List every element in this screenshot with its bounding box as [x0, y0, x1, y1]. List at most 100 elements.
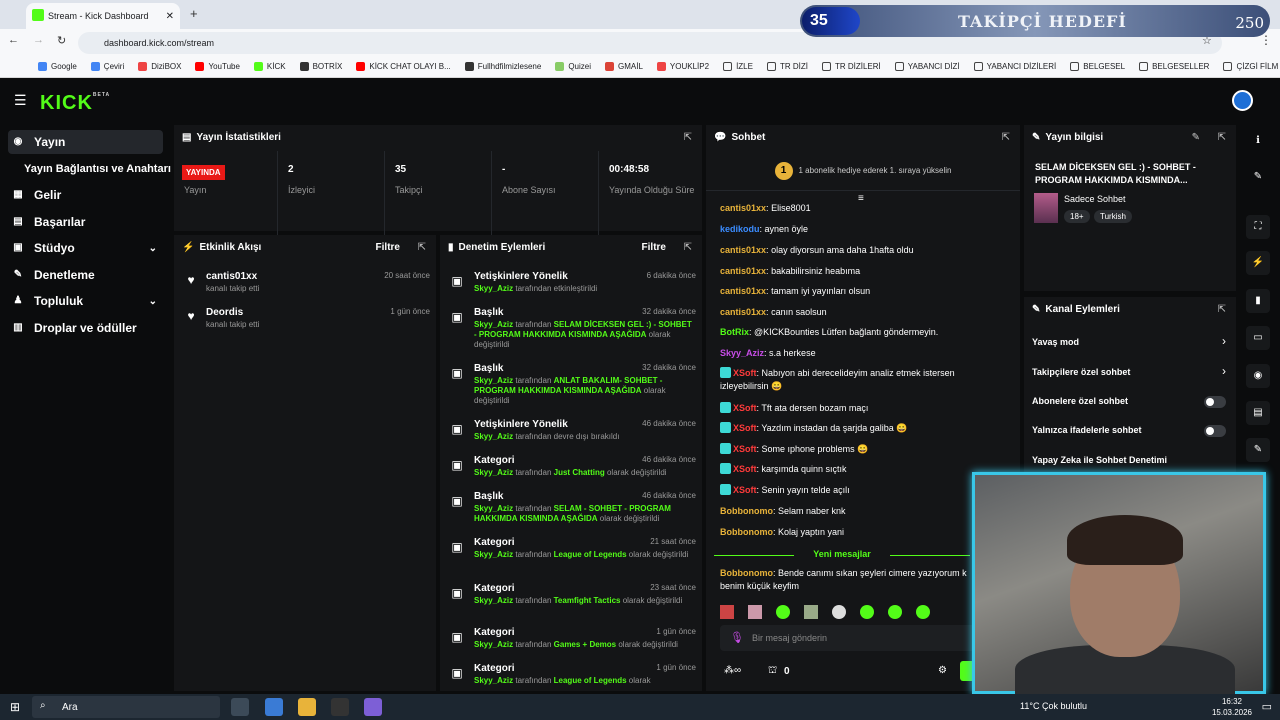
emote-icon[interactable] — [776, 605, 790, 619]
sidebar-item-stream-key[interactable]: Yayın Bağlantısı ve Anahtarı — [8, 157, 173, 181]
ai-moderation-item[interactable]: Yapay Zeka ile Sohbet Denetimi — [1032, 455, 1167, 465]
chat-icon[interactable]: ▭ — [1246, 326, 1270, 350]
sidebar-item-stream[interactable]: ◉ Yayın — [8, 130, 163, 154]
bookmark-item[interactable]: BOTRİX — [299, 62, 342, 71]
points-icon[interactable]: ⁂∞ — [724, 665, 741, 676]
menu-icon[interactable]: ⋮ — [1260, 33, 1272, 47]
action-user[interactable]: Skyy_Aziz — [474, 376, 513, 385]
chat-username[interactable]: Bobbonomo — [720, 506, 773, 516]
popout-icon[interactable]: ⇱ — [1218, 132, 1226, 143]
bookmark-folder[interactable]: ÇİZGİ FİLM — [1223, 62, 1278, 71]
microphone-icon[interactable]: 🎙 — [730, 631, 744, 644]
bookmark-item[interactable]: Quizei — [555, 62, 591, 71]
forward-icon[interactable]: → — [33, 34, 44, 46]
sidebar-item-community[interactable]: ♟ Topluluk ⌄ — [8, 289, 163, 313]
bolt-icon[interactable]: ⚡ — [1246, 251, 1270, 275]
windows-start-icon[interactable]: ⊞ — [10, 700, 20, 714]
emote-icon[interactable] — [860, 605, 874, 619]
avatar[interactable] — [1232, 90, 1253, 111]
reload-icon[interactable]: ↻ — [57, 34, 66, 47]
chat-username[interactable]: cantis01xx — [720, 245, 766, 255]
close-tab-icon[interactable]: ✕ — [166, 11, 174, 22]
action-user[interactable]: Skyy_Aziz — [474, 468, 513, 477]
popout-icon[interactable]: ⇱ — [684, 132, 692, 143]
emote-icon[interactable] — [748, 605, 762, 619]
bookmark-folder[interactable]: TR DİZİLERİ — [821, 62, 881, 71]
chat-username[interactable]: XSoft — [733, 423, 757, 433]
bookmark-item[interactable]: GMAİL — [605, 62, 643, 71]
chrome-icon[interactable] — [231, 698, 249, 716]
action-user[interactable]: Skyy_Aziz — [474, 640, 513, 649]
bookmark-item[interactable]: Fullhdfilmizlesene — [464, 62, 541, 71]
bookmark-item[interactable]: YOUKLİP2 — [656, 62, 709, 71]
action-user[interactable]: Skyy_Aziz — [474, 320, 513, 329]
emote-icon[interactable] — [832, 605, 846, 619]
chat-username[interactable]: XSoft — [733, 444, 757, 454]
layout-icon[interactable]: ▤ — [1246, 401, 1270, 425]
bookmark-folder[interactable]: BELGESEL — [1070, 62, 1125, 71]
weather-widget[interactable]: 11°C Çok bulutlu — [1020, 701, 1087, 711]
app-icon[interactable] — [364, 698, 382, 716]
bookmark-item[interactable]: KİCK CHAT OLAYI B... — [356, 62, 451, 71]
action-user[interactable]: Skyy_Aziz — [474, 504, 513, 513]
chat-username[interactable]: XSoft — [733, 403, 757, 413]
explorer-icon[interactable] — [265, 698, 283, 716]
taskbar-search[interactable]: ⌕ Ara — [32, 696, 220, 718]
chat-username[interactable]: kedikodu — [720, 224, 760, 234]
bookmark-folder[interactable]: YABANCI DİZİLERİ — [973, 62, 1056, 71]
emotes-only-toggle[interactable] — [1204, 425, 1226, 437]
emote-icon[interactable] — [720, 605, 734, 619]
gear-icon[interactable]: ⚙ — [938, 665, 947, 676]
bookmark-item[interactable]: KİCK — [253, 62, 286, 71]
slow-mode-item[interactable]: Yavaş mod — [1032, 337, 1079, 347]
action-user[interactable]: Skyy_Aziz — [474, 596, 513, 605]
chat-username[interactable]: Bobbonomo — [720, 568, 773, 578]
new-tab-icon[interactable]: + — [190, 6, 198, 21]
popout-icon[interactable]: ⇱ — [1218, 304, 1226, 315]
bookmark-item[interactable]: DiziBOX — [138, 62, 181, 71]
wrench-icon[interactable]: ✎ — [1246, 438, 1270, 462]
bookmark-folder[interactable]: İZLE — [723, 62, 753, 71]
focus-icon[interactable]: ⛶ — [1246, 215, 1270, 239]
action-user[interactable]: Skyy_Aziz — [474, 432, 513, 441]
chat-pinned-banner[interactable]: 1 1 abonelik hediye ederek 1. sıraya yük… — [706, 151, 1020, 191]
emote-icon[interactable] — [916, 605, 930, 619]
popout-icon[interactable]: ⇱ — [1002, 132, 1010, 143]
chat-username[interactable]: cantis01xx — [720, 203, 766, 213]
chat-username[interactable]: Bobbonomo — [720, 527, 773, 537]
chat-username[interactable]: cantis01xx — [720, 266, 766, 276]
bookmark-folder[interactable]: BELGESELLER — [1139, 62, 1209, 71]
chat-username[interactable]: XSoft — [733, 368, 757, 378]
document-icon[interactable]: ▮ — [1246, 289, 1270, 313]
sidebar-item-moderation[interactable]: ✎ Denetleme — [8, 263, 163, 287]
chat-username[interactable]: BotRix — [720, 327, 749, 337]
obs-icon[interactable] — [331, 698, 349, 716]
subs-only-toggle[interactable] — [1204, 396, 1226, 408]
popout-icon[interactable]: ⇱ — [418, 242, 426, 253]
bookmark-item[interactable]: Çeviri — [90, 62, 124, 71]
chat-username[interactable]: cantis01xx — [720, 286, 766, 296]
sidebar-item-revenue[interactable]: ▦ Gelir — [8, 183, 163, 207]
chat-username[interactable]: XSoft — [733, 485, 757, 495]
action-user[interactable]: Skyy_Aziz — [474, 284, 513, 293]
edit-icon[interactable]: ✎ — [1192, 132, 1200, 143]
broadcast-icon[interactable]: ◉ — [1246, 364, 1270, 388]
bookmark-folder[interactable]: TR DİZİ — [766, 62, 808, 71]
activity-filter-button[interactable]: Filtre — [376, 242, 400, 253]
back-icon[interactable]: ← — [8, 34, 19, 46]
moderation-filter-button[interactable]: Filtre — [642, 242, 666, 253]
followers-only-item[interactable]: Takipçilere özel sohbet — [1032, 367, 1130, 377]
sidebar-item-achievements[interactable]: ▤ Başarılar — [8, 210, 163, 234]
taskbar-clock[interactable]: 16:32 15.03.2026 — [1212, 696, 1252, 718]
bookmark-item[interactable]: Google — [38, 62, 77, 71]
emote-icon[interactable] — [804, 605, 818, 619]
action-user[interactable]: Skyy_Aziz — [474, 550, 513, 559]
edit-icon[interactable]: ✎ — [1246, 165, 1270, 189]
chevron-right-icon[interactable]: › — [1222, 364, 1226, 378]
popout-icon[interactable]: ⇱ — [684, 242, 692, 253]
chevron-right-icon[interactable]: › — [1222, 334, 1226, 348]
bookmark-folder[interactable]: YABANCI DİZİ — [894, 62, 960, 71]
sidebar-item-studio[interactable]: ▣ Stüdyo ⌄ — [8, 236, 163, 260]
chat-username[interactable]: cantis01xx — [720, 307, 766, 317]
sidebar-item-drops[interactable]: ▥ Droplar ve ödüller — [8, 316, 163, 340]
